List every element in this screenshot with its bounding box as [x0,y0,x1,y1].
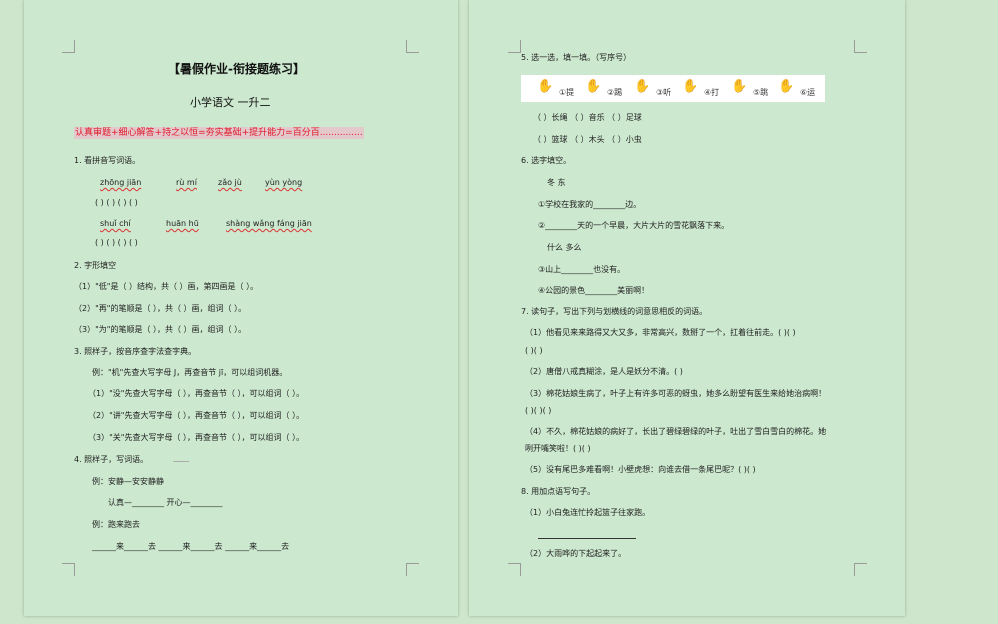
question-5-title: 5. 选一选，填一填。（写序号） [521,53,632,62]
question-line: （2）唐僧八戒真糊涂，是人是妖分不清。( ) [525,367,683,376]
margin-corner-mark [508,563,521,576]
question-line: （1）小白兔连忙拎起篮子往家跑。 [525,508,651,517]
hand-icon: ✋ [537,79,554,94]
margin-corner-mark [62,40,75,53]
question-6-title: 6. 选字填空。 [521,156,572,165]
document-subtitle: 小学语文 一升二 [190,96,271,109]
verb-picture-strip: ✋ ①提 ✋ ②踢 ✋ ③听 ✋ ④打 ✋ ⑤跳 ✋ ⑥运 [521,75,825,102]
question-line: （3）"关"先查大写字母（ ），再查音节（ ），可以组词（ ）。 [88,433,305,442]
answer-line [538,538,636,539]
pinyin-word: rù mí [176,178,197,187]
answer-blanks: ( ) ( ) ( ) ( ) [95,198,138,207]
pinyin-word: zhōng jiān [100,178,142,187]
pinyin-word: shuǐ chí [100,219,131,228]
verb-item: ✋ ⑥运 [778,79,816,97]
question-line: （4）不久，棉花姑娘的病好了，长出了碧绿碧绿的叶子，吐出了雪白雪白的棉花。她 [525,427,827,436]
example-line: 例：跑来跑去 [92,520,140,529]
question-2-title: 2. 字形填空 [74,261,117,270]
question-line: ( )( ) [525,346,543,355]
verb-item: ✋ ②踢 [585,79,623,97]
question-line: （2）"讲"先查大写字母（ ），再查音节（ ），可以组词（ ）。 [88,411,305,420]
hand-icon: ✋ [585,79,602,94]
question-line: （1）"没"先查大写字母（ ），再查音节（ ），可以组词（ ）。 [88,389,305,398]
verb-item: ✋ ③听 [634,79,672,97]
question-line: （1）他看见来来路得又大又多，非常高兴，数掰了一个，扛着往前走。( )( ) [525,328,796,337]
margin-corner-mark [508,40,521,53]
margin-corner-mark [406,40,419,53]
question-line: （2）大雨哗的下起起来了。 [525,549,627,558]
hand-icon: ✋ [731,79,748,94]
blank-line [173,461,189,462]
pinyin-word: huān hū [166,219,199,228]
question-line: （3）"为"的笔顺是（ ），共（ ）画，组词（ ）。 [74,325,247,334]
question-7-title: 7. 读句子，写出下列与划横线的词意思相反的词语。 [521,307,708,316]
question-line: ③山上________也没有。 [538,265,626,274]
example-line: 例：安静—安安静静 [92,477,164,486]
question-line: 咧开嘴笑啦！( )( ) [525,444,591,453]
pinyin-word: shàng wǎng fáng jiān [226,219,312,228]
margin-corner-mark [62,563,75,576]
question-line: 认真—________ 开心—________ [108,498,223,507]
example-line: 例："机"先查大写字母 J，再查音节 jī，可以组词机器。 [92,368,288,377]
pinyin-word: yùn yòng [265,178,303,187]
question-line: （3）棉花姑娘生病了，叶子上有许多可恶的蚜虫，她多么盼望有医生来给她治病啊！ [525,389,827,398]
document-title: 【暑假作业-衔接题练习】 [168,62,305,76]
question-line: （ ）篮球 （ ）木头 （ ）小虫 [533,135,642,144]
verb-item: ✋ ⑤跳 [731,79,769,97]
pinyin-word: zǎo jù [218,178,242,187]
question-line: ( )( )( ) [525,406,552,415]
question-line: ②________天的一个早晨，大片大片的雪花飘落下来。 [538,221,730,230]
hand-icon: ✋ [634,79,651,94]
margin-corner-mark [854,40,867,53]
question-line: ④公园的景色________美丽啊！ [538,286,650,295]
question-line: ______来______去 ______来______去 ______来___… [92,542,290,551]
verb-item: ✋ ④打 [682,79,720,97]
question-1-title: 1. 看拼音写词语。 [74,156,141,165]
word-pair: 冬 东 [547,178,566,187]
answer-blanks: ( ) ( ) ( ) ( ) [95,238,138,247]
verb-item: ✋ ①提 [537,79,575,97]
hand-icon: ✋ [682,79,699,94]
question-line: （1）"低"是（ ）结构，共（ ）画，第四画是（ ）。 [74,282,259,291]
question-8-title: 8. 用加点语写句子。 [521,487,596,496]
motto-banner: 认真审题+细心解答+持之以恒=夯实基础+提升能力=百分百............… [74,127,364,139]
question-line: （2）"再"的笔顺是（ ），共（ ）画，组词（ ）。 [74,304,247,313]
question-line: （ ）长绳 （ ）音乐 （ ）足球 [533,113,642,122]
margin-corner-mark [854,563,867,576]
word-pair: 什么 多么 [547,243,582,252]
margin-corner-mark [406,563,419,576]
question-3-title: 3. 照样子，按音序查字法查字典。 [74,347,197,356]
question-4-title: 4. 照样子，写词语。 [74,455,149,464]
question-line: ①学校在我家的________边。 [538,200,642,209]
hand-icon: ✋ [778,79,795,94]
question-line: （5）没有尾巴多难看啊！小壁虎想：向谁去借一条尾巴呢？( )( ) [525,465,756,474]
